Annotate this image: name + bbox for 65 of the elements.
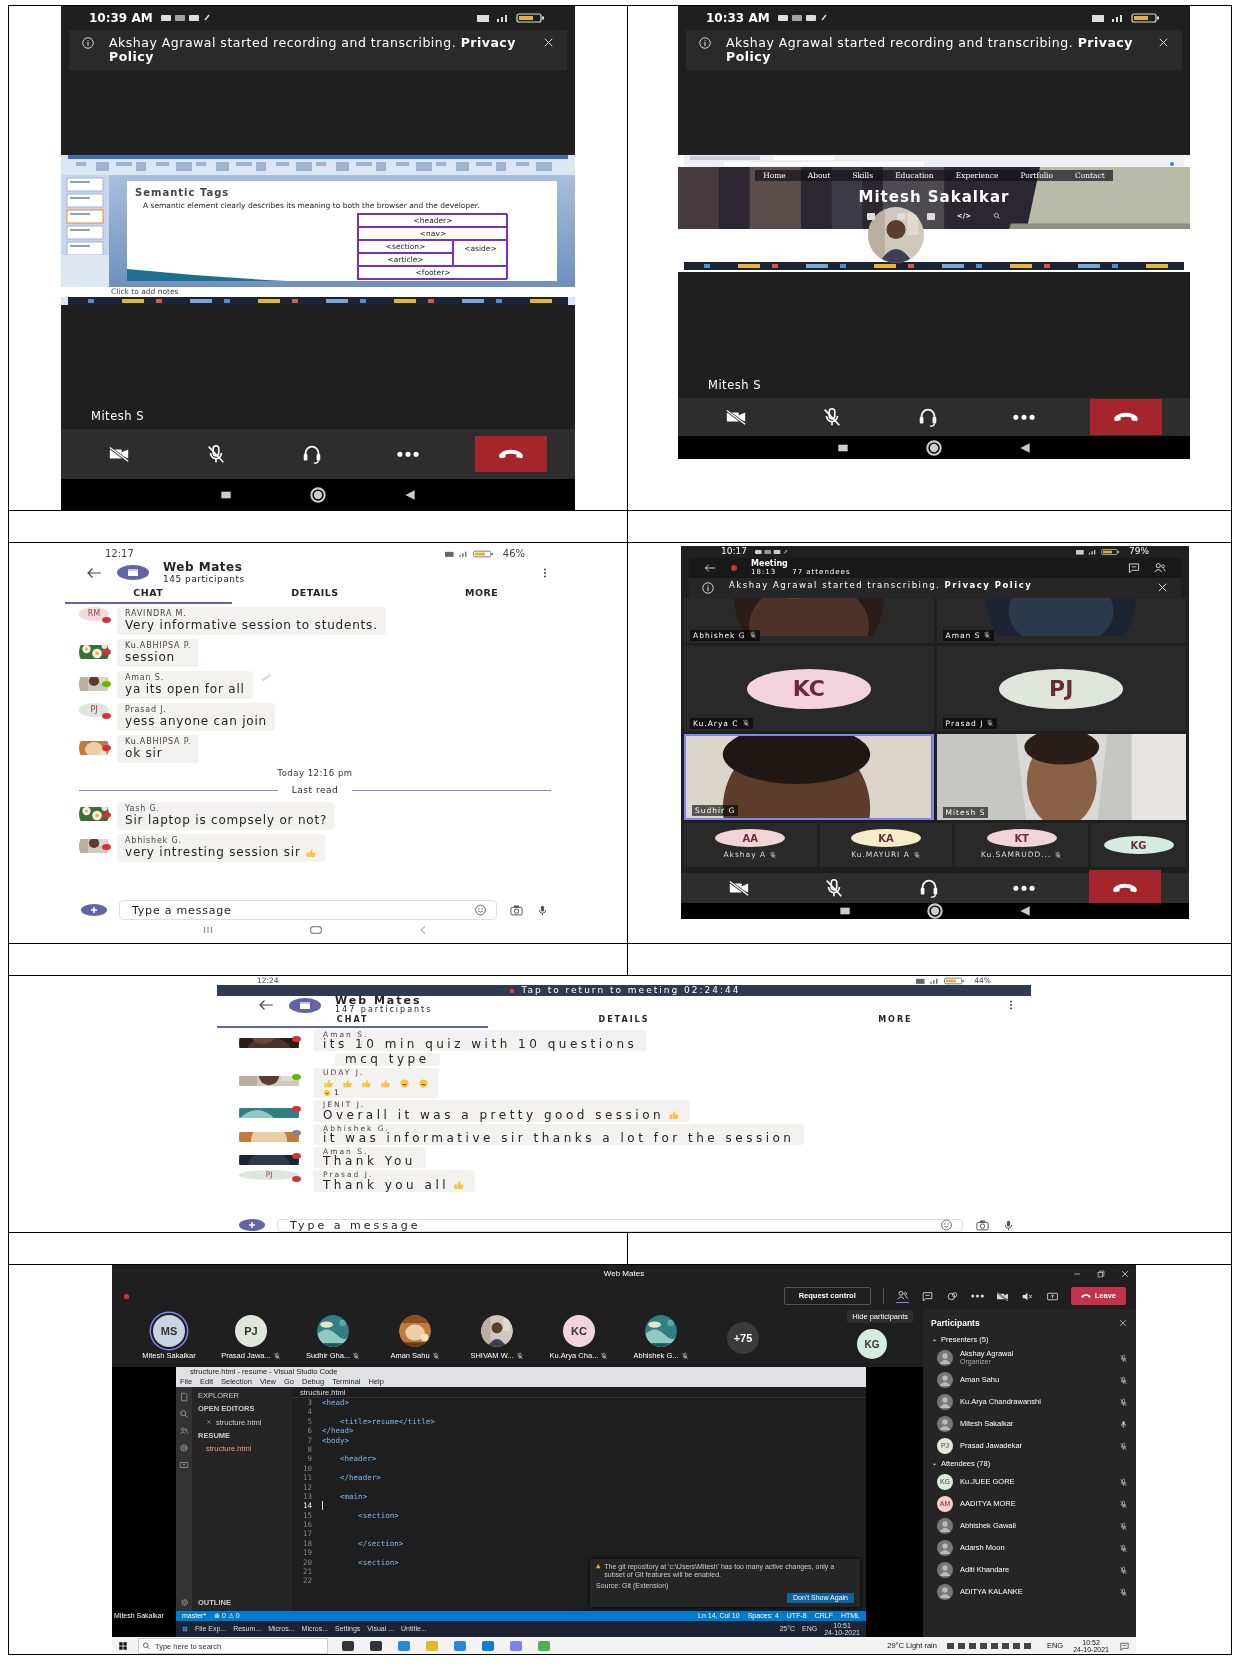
last-read-label: Last read [291, 784, 339, 797]
status-time: 10:39 AM [89, 10, 153, 27]
return-text: Tap to return to meeting 02:24:44 [521, 985, 741, 996]
avatar: KA [851, 829, 921, 848]
sender-name: RAVINDRA M. [125, 609, 188, 619]
message-text: very intresting session sir [125, 845, 301, 859]
sender-name: Yash G. [125, 803, 161, 814]
status-time: 12:17 [105, 547, 134, 561]
message-text: Very informative session to students. [125, 619, 378, 633]
window-title: Web Mates [603, 1268, 645, 1280]
message-text: Sir laptop is compsely or not? [125, 813, 328, 827]
avatar: KC [746, 668, 871, 709]
timestamp: Today 12:16 pm [276, 767, 354, 780]
message-text: mcq type [345, 1054, 430, 1065]
avatar: PJ [999, 668, 1124, 709]
tab[interactable]: MORE [759, 1014, 1031, 1028]
participant-name: Mitesh S [707, 376, 762, 394]
status-time: 10:33 AM [706, 10, 770, 27]
sender-name: Abhishek G. [125, 835, 183, 846]
chat-title: Web Mates [335, 996, 423, 1006]
avatar: MS [153, 1314, 185, 1347]
message-text: it was informative sir thanks a lot for the session [323, 1133, 795, 1144]
avatar: KG [1103, 836, 1174, 854]
notification-text: Akshay Agrawal started transcribing. Privacy Policy [729, 581, 1034, 590]
avatar: PJ [235, 1314, 267, 1347]
message-input[interactable]: Type a message [277, 1218, 963, 1232]
notification-text: Akshay Agrawal started recording and transcribing. Privacy Policy [109, 36, 517, 64]
message-text: yess anyone can join [125, 715, 267, 729]
sender-name: Ku.ABHIPSA P. [125, 737, 192, 747]
message-text: ok sir [125, 747, 163, 761]
avatar: KG [857, 1329, 887, 1359]
message-text: ya its open for all [125, 683, 245, 697]
notification-text: Akshay Agrawal started recording and transcribing. Privacy Policy [726, 36, 1134, 64]
panel-title: Participants [931, 1316, 980, 1330]
tab[interactable]: CHAT [65, 584, 232, 605]
sender-name: Ku.ABHIPSA P. [125, 641, 192, 651]
return-banner[interactable]: Tap to return to meeting 02:24:44 [217, 985, 1031, 996]
avatar: KT [986, 829, 1057, 848]
tab[interactable]: MORE [398, 584, 565, 605]
message-text: its 10 min quiz with 10 questions [323, 1039, 638, 1050]
tab[interactable]: DETAILS [488, 1014, 760, 1028]
participant-tile[interactable]: KG [1091, 823, 1186, 867]
avatar: PJ [79, 703, 109, 718]
message-input[interactable]: Type a message [119, 900, 497, 920]
avatar: KC [563, 1314, 595, 1347]
avatar: AA [715, 829, 786, 848]
slide-title: Semantic Tags [135, 186, 231, 200]
tab[interactable]: CHAT [217, 1014, 489, 1028]
meeting-title: Meeting [751, 560, 789, 568]
message-text: session [125, 651, 176, 665]
sender-name: Aman S. [125, 673, 165, 683]
message-text: Thank you all [323, 1180, 450, 1191]
overflow-count[interactable]: +75 [727, 1322, 759, 1354]
participant-count: 147 participants [335, 1006, 434, 1014]
battery-text: 79% [1129, 546, 1149, 559]
avatar: RM [79, 607, 109, 622]
tab[interactable]: DETAILS [231, 584, 399, 605]
status-time: 10:17 [721, 546, 747, 559]
message-text: Thank You [323, 1156, 416, 1167]
participant-count: 145 participants [163, 574, 246, 584]
sender-name: Prasad J. [125, 705, 168, 716]
battery-text: 46% [502, 547, 525, 561]
message-text: Overall it was a pretty good session [323, 1110, 665, 1121]
participant-name: Mitesh S [90, 407, 145, 425]
chat-title: Web Mates [163, 561, 244, 574]
